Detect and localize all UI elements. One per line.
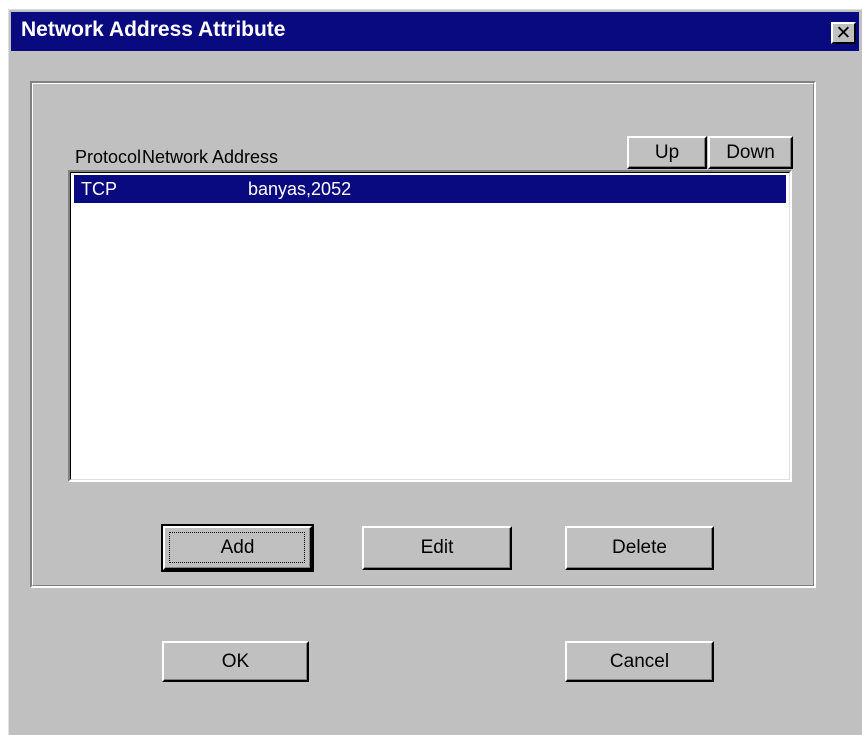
- ok-button-label: OK: [221, 650, 250, 672]
- cancel-button-label: Cancel: [609, 650, 670, 672]
- delete-button-label: Delete: [612, 537, 667, 558]
- ok-button[interactable]: OK: [162, 641, 309, 682]
- add-button[interactable]: Add: [161, 524, 314, 572]
- down-button[interactable]: Down: [708, 136, 793, 169]
- list-row-address: banyas,2052: [248, 179, 352, 199]
- delete-button[interactable]: Delete: [565, 526, 714, 570]
- network-address-column-header: Network Address: [142, 147, 279, 167]
- edit-button-label: Edit: [420, 537, 454, 558]
- down-button-label: Down: [726, 141, 775, 163]
- address-list-body: TCP banyas,2052: [70, 172, 790, 480]
- close-button[interactable]: ✕: [831, 22, 856, 44]
- edit-button[interactable]: Edit: [362, 526, 512, 570]
- up-button-label: Up: [654, 141, 680, 163]
- protocol-column-header: Protocol: [75, 147, 142, 167]
- title-bar[interactable]: Network Address Attribute ✕: [11, 12, 859, 51]
- window-title: Network Address Attribute: [21, 18, 286, 41]
- list-row[interactable]: TCP banyas,2052: [74, 175, 786, 203]
- add-button-label: Add: [220, 537, 255, 558]
- up-button[interactable]: Up: [627, 136, 707, 169]
- close-icon: ✕: [835, 22, 852, 44]
- list-row-protocol: TCP: [81, 179, 117, 199]
- cancel-button[interactable]: Cancel: [565, 641, 714, 682]
- address-list[interactable]: TCP banyas,2052: [68, 170, 792, 482]
